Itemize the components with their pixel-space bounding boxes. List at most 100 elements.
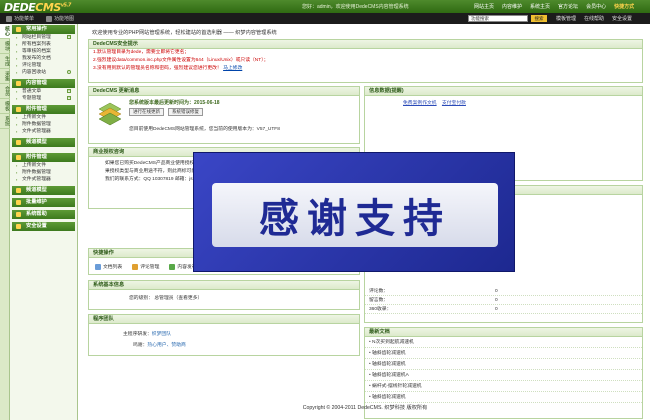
nav-member[interactable]: 会员中心 [582, 3, 610, 10]
thanks-banner-text: 感谢支持 [259, 195, 451, 242]
modify-now-link[interactable]: 马上修改 [223, 66, 242, 71]
security-tip-3: 3.没有用到默认的管理员名称和密码，强烈建议您进行更改！ 马上修改 [93, 66, 243, 71]
online-update-button[interactable]: 进行在线更新 [129, 108, 164, 116]
map-icon [46, 15, 53, 22]
level-label: 您的级别： [129, 296, 153, 301]
menu-item-comments[interactable]: 评论管理 [10, 62, 77, 69]
menu-item-article[interactable]: 普通文章+ [10, 88, 77, 95]
menu-item-all-docs[interactable]: 所有档案列表 [10, 41, 77, 48]
team-label: 主程序研发： [123, 332, 152, 337]
security-settings-link[interactable]: 安全设置 [608, 15, 636, 22]
vtab-system[interactable]: 系统 [0, 114, 10, 129]
menu-item-file-manager[interactable]: 文件式管理器 [10, 128, 77, 135]
online-help-link[interactable]: 在线帮助 [580, 15, 608, 22]
welcome-text: 您好：admin，欢迎使用DedeCMS内容管理系统 [302, 4, 409, 10]
panel-title: DedeCMS 更新消息 [89, 87, 359, 96]
top-nav: 网站主页 内容维护 系统主页 官方论坛 会员中心 快捷方式 [470, 3, 638, 10]
menu-item-attach-data[interactable]: 附件数据管理 [10, 121, 77, 128]
panel-title: 程序团队 [89, 315, 359, 324]
latest-item[interactable]: 蜗杆式-摆线针轮减速机 [365, 381, 642, 392]
menu-head-batch[interactable]: 批量维护 [12, 198, 75, 207]
quick-doc-list[interactable]: 文档列表 [95, 263, 122, 270]
version-info-text: 您目前使用DedeCMS网站管理系统，您当前的使用版本为：V57_UTF8 [129, 127, 280, 132]
level-value[interactable]: 总管理员（查看更多） [154, 296, 202, 301]
menu-head-common[interactable]: 常用操作 [12, 25, 75, 34]
nav-content[interactable]: 内容维护 [498, 3, 526, 10]
thanks-banner-plate: 感谢支持 [212, 183, 498, 247]
menu-icon [6, 15, 12, 22]
nav-site-home[interactable]: 网站主页 [470, 3, 498, 10]
main-welcome: 欢迎使用专业的PHP网站管理系统，轻松建站的首选利器 —— 织梦内容管理系统 [92, 30, 277, 36]
menu-item-recycle[interactable]: 内容回收站· [10, 69, 77, 76]
stat-row: 留言数： 0 [365, 296, 642, 305]
vtab-module[interactable]: 模块 [0, 39, 10, 54]
menu-item-file-manager[interactable]: 文件式管理器 [10, 176, 77, 183]
error-fix-button[interactable]: 系统错误修复 [168, 108, 203, 116]
latest-item[interactable]: 轴斜齿轮减速机 [365, 348, 642, 359]
menu-item-upload[interactable]: 上传新文件 [10, 162, 77, 169]
add-icon[interactable]: + [67, 89, 71, 93]
vtab-template[interactable]: 模板 [0, 99, 10, 114]
menu-head-help[interactable]: 系统帮助 [12, 210, 75, 219]
nav-system[interactable]: 系统主页 [526, 3, 554, 10]
version-stack-icon [98, 102, 122, 126]
menu-item-my-docs[interactable]: 我发布的文档 [10, 55, 77, 62]
sub-header: 功能菜单 功能地图 功能搜索 搜索 模板管理 在线帮助 安全设置 [0, 13, 650, 24]
template-manage-link[interactable]: 模板管理 [552, 15, 580, 22]
menu-head-channel-2[interactable]: 频道模型 [12, 186, 75, 195]
vtab-collect[interactable]: 采集 [0, 69, 10, 84]
vtab-generate[interactable]: 生成 [0, 54, 10, 69]
menu-item-topic[interactable]: 专题管理+ [10, 95, 77, 102]
menu-item-attach-data[interactable]: 附件数据管理 [10, 169, 77, 176]
tab-function-menu[interactable]: 功能菜单 [0, 14, 40, 23]
nav-shortcut[interactable]: 快捷方式 [610, 3, 638, 10]
thanks-label: 鸣谢： [133, 343, 148, 348]
quick-comments[interactable]: 评论管理 [132, 263, 159, 270]
recycle-icon: · [67, 70, 71, 74]
menu-item-category[interactable]: 网站栏目管理+ [10, 34, 77, 41]
vtab-core[interactable]: 核心 [0, 24, 10, 39]
top-header: DEDECMSv5.7 您好：admin，欢迎使用DedeCMS内容管理系统 网… [0, 0, 650, 14]
add-icon[interactable]: + [67, 96, 71, 100]
vtab-member[interactable]: 会员 [0, 84, 10, 99]
official-link-2[interactable]: 支付宝付款 [442, 101, 466, 106]
comment-icon [132, 263, 139, 270]
menu-head-content[interactable]: 内容管理 [12, 79, 75, 88]
latest-item[interactable]: 轴斜齿轮减速机 [365, 359, 642, 370]
official-link-1[interactable]: 免费案例作文机 [403, 101, 437, 106]
menu-head-channel[interactable]: 频道模型 [12, 138, 75, 147]
latest-item[interactable]: N次买到起航减速机 [365, 337, 642, 348]
add-icon[interactable]: + [67, 35, 71, 39]
security-tip-1: 1.默认管理目录为dede，需要立即将它更名； [93, 50, 190, 55]
menu-head-attach-2[interactable]: 附件管理 [12, 153, 75, 162]
panel-title: 信息数据(提醒) [365, 87, 642, 96]
stat-row: 评论数： 0 [365, 287, 642, 296]
thanks-value[interactable]: 热心用户、赞助商 [147, 343, 185, 348]
search-button[interactable]: 搜索 [531, 15, 547, 22]
sidebar: 常用操作 网站栏目管理+ 所有档案列表 等审核的档案 我发布的文档 评论管理 内… [10, 24, 78, 420]
panel-title: 最新文档 [365, 328, 642, 337]
security-tip-2: 2.强烈建议data/common.inc.php文件属性设置为644（Linu… [93, 58, 269, 63]
menu-item-pending[interactable]: 等审核的档案 [10, 48, 77, 55]
vertical-tabs: 核心 模块 生成 采集 会员 模板 系统 [0, 24, 10, 420]
tab-function-map[interactable]: 功能地图 [40, 14, 80, 23]
panel-title: DedeCMS安全提示 [89, 40, 642, 49]
thanks-banner: 感谢支持 [193, 152, 515, 272]
stat-row: 360收录： 0 [365, 305, 642, 314]
search-input[interactable]: 功能搜索 [468, 15, 528, 22]
panel-title: 系统基本信息 [89, 281, 359, 290]
publish-icon [169, 263, 176, 270]
menu-head-security[interactable]: 安全设置 [12, 222, 75, 231]
footer-copyright: Copyright © 2004-2011 DedeCMS. 织梦科技 版权所有 [302, 405, 428, 411]
team-panel: 程序团队 主程序研发：织梦团队 鸣谢：热心用户、赞助商 [88, 314, 360, 356]
menu-item-upload[interactable]: 上传新文件 [10, 114, 77, 121]
sysinfo-panel: 系统基本信息 您的级别： 总管理员（查看更多） [88, 280, 360, 310]
latest-item[interactable]: 轴斜齿轮减速机A [365, 370, 642, 381]
update-panel: DedeCMS 更新消息 您系统版本最后更新时间为：2015-06-18 进行在… [88, 86, 360, 144]
doc-list-icon [95, 263, 101, 270]
nav-forum[interactable]: 官方论坛 [554, 3, 582, 10]
team-value[interactable]: 织梦团队 [152, 332, 171, 337]
latest-item[interactable]: 轴斜齿轮减速机 [365, 392, 642, 403]
menu-head-attach[interactable]: 附件管理 [12, 105, 75, 114]
security-panel: DedeCMS安全提示 1.默认管理目录为dede，需要立即将它更名； 2.强烈… [88, 39, 643, 83]
